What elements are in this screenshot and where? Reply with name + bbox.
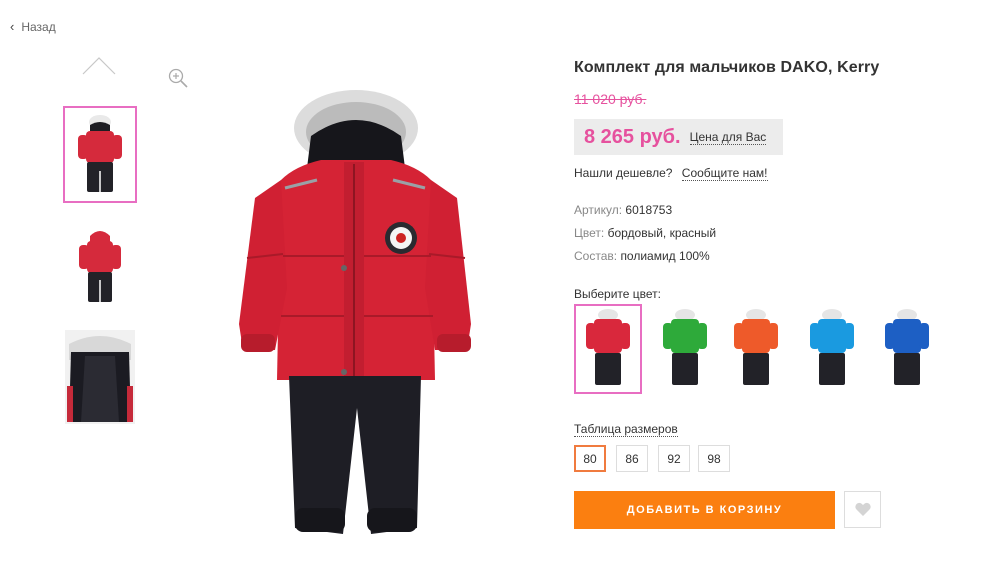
chevron-left-icon: ‹	[10, 19, 15, 34]
color-select-label: Выберите цвет:	[574, 287, 662, 301]
swatch-blue-image	[885, 309, 929, 385]
color-swatch-light-blue[interactable]	[798, 304, 866, 394]
favorite-button[interactable]	[844, 491, 881, 528]
prop-composition-key: Состав:	[574, 249, 618, 263]
prop-composition-value: полиамид 100%	[620, 249, 710, 263]
product-main-image	[239, 90, 471, 534]
found-cheaper-question: Нашли дешевле?	[574, 166, 673, 180]
prop-article-value: 6018753	[625, 203, 673, 217]
chevron-up-icon[interactable]	[82, 52, 116, 76]
report-cheaper-link[interactable]: Сообщите нам!	[681, 166, 768, 181]
swatch-orange-image	[734, 309, 778, 385]
color-swatch-blue[interactable]	[873, 304, 941, 394]
prop-color-value: бордовый, красный	[607, 226, 717, 240]
product-title: Комплект для мальчиков DAKO, Kerry	[574, 59, 880, 76]
jacket-inside-image	[65, 330, 135, 424]
color-swatch-orange[interactable]	[722, 304, 790, 394]
add-to-cart-button[interactable]: ДОБАВИТЬ В КОРЗИНУ	[574, 491, 835, 529]
back-label: Назад	[21, 19, 56, 34]
thumbnail-back[interactable]	[64, 219, 136, 313]
prop-article-key: Артикул:	[574, 203, 623, 217]
prop-composition: Состав: полиамид 100%	[574, 249, 710, 263]
size-option-80[interactable]: 80	[574, 445, 606, 472]
thumbnail-inside[interactable]	[64, 330, 136, 424]
price-box: 8 265 руб. Цена для Вас	[574, 119, 783, 155]
size-option-86[interactable]: 86	[616, 445, 648, 472]
size-chart-link[interactable]: Таблица размеров	[574, 422, 678, 437]
thumbnail-front[interactable]	[63, 106, 137, 203]
swatch-green-image	[663, 309, 707, 385]
heart-icon	[854, 502, 871, 516]
prop-color: Цвет: бордовый, красный	[574, 226, 716, 240]
price-note-link[interactable]: Цена для Вас	[689, 130, 767, 145]
current-price: 8 265 руб.	[584, 125, 681, 148]
prop-color-key: Цвет:	[574, 226, 605, 240]
jacket-back-image	[79, 231, 121, 304]
size-option-92[interactable]: 92	[658, 445, 690, 472]
zoom-in-icon[interactable]	[167, 67, 189, 89]
old-price: 11 020 руб.	[574, 91, 647, 107]
size-option-98[interactable]: 98	[698, 445, 730, 472]
prop-article: Артикул: 6018753	[574, 203, 672, 217]
found-cheaper: Нашли дешевле? Сообщите нам!	[574, 166, 768, 181]
swatch-red-image	[586, 309, 630, 385]
color-swatch-red[interactable]	[574, 304, 642, 394]
swatch-light-blue-image	[810, 309, 854, 385]
jacket-front-image	[78, 114, 122, 193]
back-link[interactable]: ‹ Назад	[10, 19, 56, 34]
color-swatch-green[interactable]	[651, 304, 719, 394]
